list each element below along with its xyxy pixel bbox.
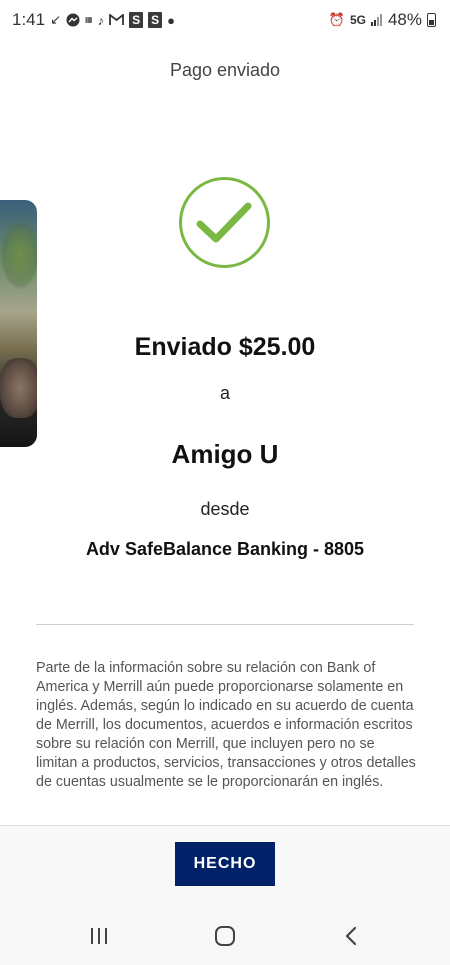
page-title: Pago enviado: [169, 59, 281, 80]
to-label: a: [219, 383, 230, 403]
status-right: ⏰ 5G 48%: [329, 10, 436, 30]
status-left: 1:41 ↙ ▦ ♪ S S ●: [12, 10, 175, 30]
photo-foliage: [0, 220, 37, 290]
language-disclaimer: Parte de la información sobre su relació…: [36, 660, 416, 790]
back-icon[interactable]: [321, 907, 381, 965]
messenger-icon: [66, 13, 80, 27]
source-account: Adv SafeBalance Banking - 8805: [85, 539, 365, 559]
network-type: 5G: [349, 13, 366, 27]
recipient-name: Amigo U: [171, 439, 279, 469]
recipient-photo-card: [0, 200, 37, 447]
status-time: 1:41: [12, 10, 46, 29]
s-app-icon: S: [148, 12, 163, 28]
missed-call-icon: ↙: [50, 12, 61, 27]
sent-amount: Enviado $25.00: [134, 333, 316, 361]
s-app-icon: S: [129, 12, 144, 28]
battery-percent: 48%: [387, 10, 422, 29]
dot-icon: ●: [167, 12, 175, 28]
tiktok-icon: ♪: [97, 12, 105, 28]
status-bar: 1:41 ↙ ▦ ♪ S S ● ⏰ 5G 48%: [0, 0, 450, 40]
alarm-icon: ⏰: [328, 12, 345, 27]
temu-icon: ▦: [85, 15, 93, 24]
system-nav-bar: [0, 907, 450, 965]
done-button[interactable]: HECHO: [175, 842, 275, 886]
battery-icon: [427, 13, 436, 27]
divider: [36, 624, 414, 625]
gmail-icon: [109, 14, 124, 26]
page-header: Pago enviado: [0, 40, 450, 100]
signal-icon: [370, 14, 383, 26]
home-icon[interactable]: [195, 907, 255, 965]
success-check-icon: [178, 176, 271, 269]
from-label: desde: [200, 499, 250, 519]
recents-icon[interactable]: [69, 907, 129, 965]
